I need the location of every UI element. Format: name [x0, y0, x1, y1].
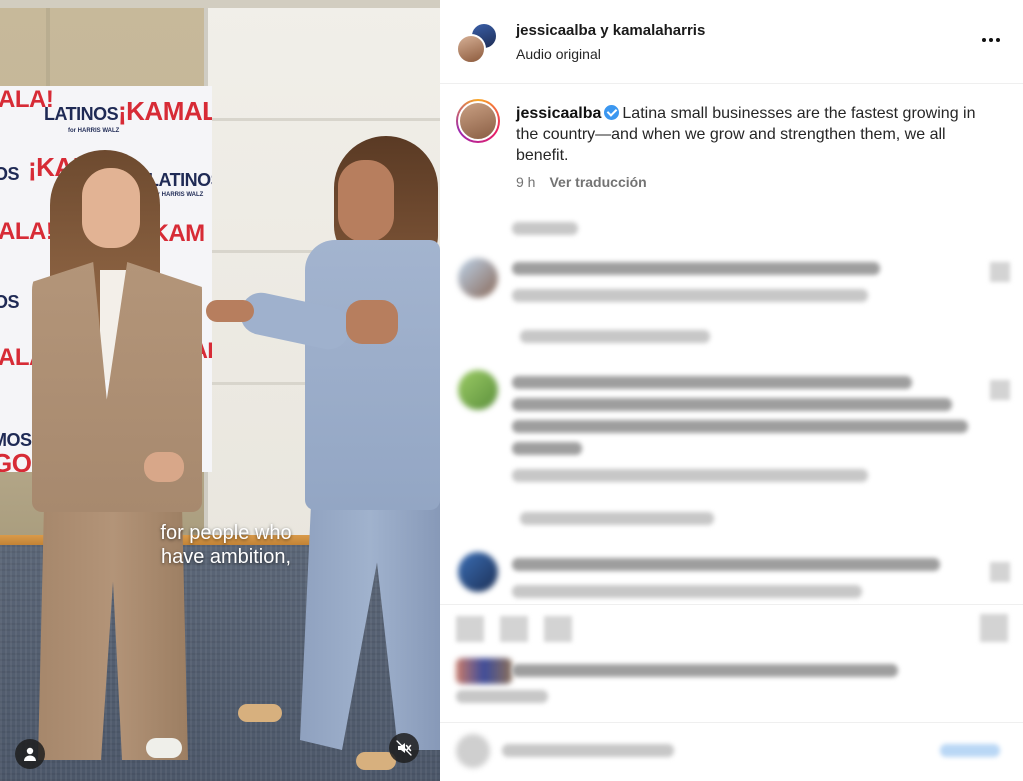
blurred-text [512, 558, 940, 571]
caption-line: for people who [160, 522, 292, 544]
person-left-hands [144, 452, 184, 482]
tagged-users-button[interactable] [15, 739, 45, 769]
blurred-text [512, 289, 868, 302]
person-left-face [82, 168, 140, 248]
person-right-shoe [238, 704, 282, 722]
post-meta: 9 h Ver traducción [516, 174, 647, 190]
blurred-text [520, 512, 714, 525]
blurred-text [512, 398, 952, 411]
post-header: jessicaalba y kamalaharris Audio origina… [440, 0, 1023, 84]
reel-video[interactable]: ALA! LATINOS ¡KAMALA! for HARRIS WALZ OS… [0, 0, 440, 781]
more-horizontal-icon [982, 38, 986, 42]
user-icon [24, 747, 36, 761]
backdrop-text: for HARRIS WALZ [152, 192, 204, 198]
audio-link[interactable]: Audio original [516, 46, 601, 62]
person-right-hand [206, 300, 254, 322]
like-icon[interactable] [456, 616, 484, 642]
backdrop-text: LATINOS [44, 104, 119, 124]
avatar-image [458, 101, 498, 141]
share-icon[interactable] [544, 616, 572, 642]
video-caption: for people who have ambition, [126, 521, 326, 569]
heart-icon[interactable] [990, 380, 1010, 400]
blurred-text [512, 262, 880, 275]
backdrop-text: for HARRIS WALZ [68, 128, 120, 134]
collab-avatars[interactable] [456, 22, 498, 64]
blurred-text [512, 585, 862, 598]
post-comment-button[interactable] [940, 744, 1000, 757]
bookmark-icon[interactable] [980, 614, 1008, 642]
avatar[interactable] [458, 370, 498, 410]
person-left-shoe [146, 738, 182, 758]
more-options-button[interactable] [979, 30, 1003, 50]
divider [440, 604, 1023, 605]
post-panel: jessicaalba y kamalaharris Audio origina… [440, 0, 1023, 781]
post-caption: jessicaalba Latina small businesses are t… [516, 103, 996, 166]
comment-icon[interactable] [500, 616, 528, 642]
more-horizontal-icon [989, 38, 993, 42]
avatar[interactable] [458, 552, 498, 592]
heart-icon[interactable] [990, 262, 1010, 282]
blurred-text [512, 469, 868, 482]
blurred-text [512, 376, 912, 389]
backdrop-text: ¡KAMALA! [118, 96, 212, 126]
blurred-text [512, 420, 968, 433]
backdrop-text: LATINOS [148, 170, 212, 190]
mute-toggle-button[interactable] [389, 733, 419, 763]
comment-input-placeholder[interactable] [502, 744, 674, 757]
person-right-face [338, 160, 394, 242]
avatar[interactable] [456, 99, 500, 143]
blurred-text [456, 690, 548, 703]
liked-by-avatars[interactable] [456, 658, 512, 684]
avatar[interactable] [458, 258, 498, 298]
speaker-muted-icon [396, 740, 412, 756]
translate-link[interactable]: Ver traducción [549, 174, 646, 190]
backdrop-text: ALA! [0, 218, 54, 245]
person-right-jacket [305, 240, 440, 510]
post-time[interactable]: 9 h [516, 174, 535, 190]
emoji-icon[interactable] [456, 734, 490, 768]
blurred-text [512, 442, 582, 455]
post-username[interactable]: jessicaalba [516, 105, 601, 122]
blurred-text [512, 222, 578, 235]
blurred-text [520, 330, 710, 343]
caption-line: have ambition, [160, 546, 292, 568]
wall-line [204, 118, 440, 121]
person-right-hand [346, 300, 398, 344]
backdrop-text: OS [0, 164, 20, 184]
heart-icon[interactable] [990, 562, 1010, 582]
blurred-text [512, 664, 898, 677]
collab-usernames[interactable]: jessicaalba y kamalaharris [516, 22, 705, 39]
avatar [456, 34, 486, 64]
backdrop-text: OS [0, 292, 20, 312]
verified-badge-icon [604, 105, 620, 120]
more-horizontal-icon [996, 38, 1000, 42]
divider [440, 722, 1023, 723]
ceiling [0, 0, 440, 8]
